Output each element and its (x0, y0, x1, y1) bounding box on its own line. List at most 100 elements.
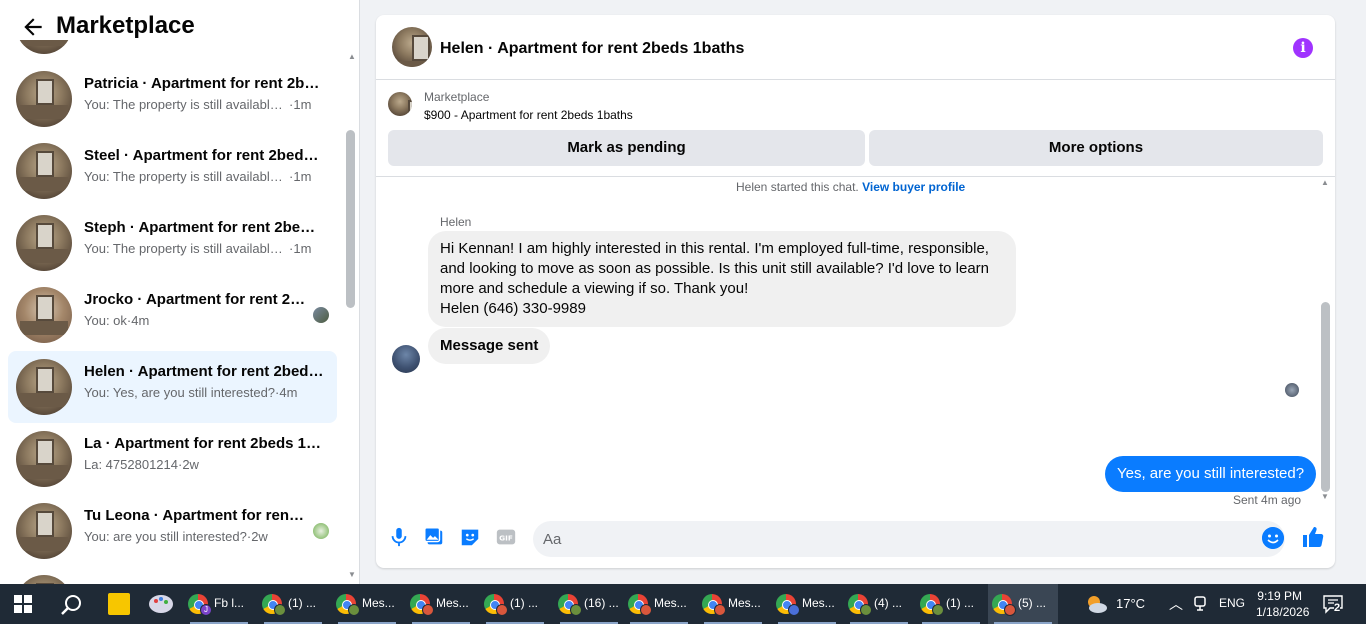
conversation-item[interactable]: La · Apartment for rent 2beds 1baths La:… (8, 423, 337, 495)
window-label: (16) ... (584, 596, 619, 610)
taskbar-chrome-window[interactable]: (1) ... (916, 584, 986, 624)
avatar[interactable] (392, 345, 420, 373)
taskbar-chrome-window[interactable]: (16) ... (554, 584, 624, 624)
preview-text: You: The property is still available. I.… (84, 241, 289, 256)
taskbar-chrome-window[interactable]: (1) ... (480, 584, 550, 624)
listing-small-thumbnail (388, 92, 412, 116)
preview-time: 1m (293, 97, 312, 112)
notification-count: 2 (1334, 602, 1341, 614)
sender-name: Helen (440, 215, 472, 229)
taskbar-chrome-window[interactable]: Mes... (698, 584, 768, 624)
conversation-item[interactable]: Tu Leona · Apartment for rent 2beds 1bat… (8, 495, 337, 567)
message-line: Helen (646) 330-9989 (440, 300, 586, 317)
windows-start-icon[interactable] (14, 595, 32, 613)
incoming-message-bubble[interactable]: Hi Kennan! I am highly interested in thi… (428, 231, 1016, 327)
info-icon[interactable]: i (1293, 38, 1313, 58)
language-indicator[interactable]: ENG (1219, 596, 1245, 610)
windows-taskbar: J Fb l... (1) ... Mes... Mes... (1) ... (… (0, 584, 1366, 624)
window-label: (1) ... (288, 596, 317, 610)
conversation-preview: La: 4752801214·2w (84, 457, 199, 472)
chevron-up-icon[interactable]: ︿ (1169, 594, 1183, 614)
conversation-title: Steel · Apartment for rent 2beds 1baths (84, 147, 324, 164)
conversation-item[interactable]: Steph · Apartment for rent 2beds 1baths … (8, 207, 337, 279)
window-label: (5) ... (1018, 596, 1047, 610)
scrollbar-thumb[interactable] (346, 130, 355, 308)
scrollbar-thumb[interactable] (1321, 302, 1330, 492)
window-label: Fb l... (214, 596, 245, 610)
more-options-button[interactable]: More options (869, 130, 1323, 166)
scroll-down-arrow-icon[interactable]: ▼ (348, 570, 356, 579)
window-label: Mes... (436, 596, 469, 610)
preview-text: You: ok (84, 313, 127, 328)
listing-price-title[interactable]: $900 - Apartment for rent 2beds 1baths (424, 108, 633, 122)
listing-thumbnail[interactable] (392, 27, 432, 67)
message-input[interactable] (543, 521, 1243, 557)
scroll-up-arrow-icon[interactable]: ▲ (1321, 178, 1329, 187)
conversation-title: La · Apartment for rent 2beds 1baths (84, 435, 324, 452)
search-icon[interactable] (60, 593, 84, 617)
profile-badge (714, 604, 726, 616)
preview-time: 1m (293, 169, 312, 184)
taskbar-chrome-window[interactable]: (4) ... (844, 584, 914, 624)
sticker-icon[interactable] (459, 526, 481, 548)
system-clock[interactable]: 9:19 PM 1/18/2026 (1256, 588, 1310, 620)
message-sent-bubble[interactable]: Message sent (428, 328, 551, 364)
outgoing-message-bubble[interactable]: Yes, are you still interested? (1105, 456, 1317, 492)
emoji-icon[interactable] (1262, 527, 1284, 549)
taskbar-chrome-window[interactable]: Mes... (406, 584, 476, 624)
listing-thumbnail (16, 503, 72, 559)
conversation-preview: You: The property is still available. I.… (84, 169, 312, 184)
taskbar-chrome-window[interactable]: J Fb l... (184, 584, 254, 624)
scroll-up-arrow-icon[interactable]: ▲ (348, 52, 356, 61)
temperature[interactable]: 17°C (1116, 596, 1145, 611)
conversation-preview: You: ok·4m (84, 313, 150, 328)
window-label: (1) ... (946, 596, 975, 610)
taskbar-chrome-window[interactable]: Mes... (332, 584, 402, 624)
chat-panel: Helen · Apartment for rent 2beds 1baths … (376, 15, 1335, 568)
profile-badge (496, 604, 508, 616)
chat-title[interactable]: Helen · Apartment for rent 2beds 1baths (440, 40, 744, 58)
gif-icon[interactable]: GIF (495, 526, 517, 548)
view-buyer-profile-link[interactable]: View buyer profile (862, 180, 965, 194)
taskbar-chrome-window[interactable]: (1) ... (258, 584, 328, 624)
conversation-item[interactable]: Jrocko · Apartment for rent 2beds 1baths… (8, 279, 337, 351)
weather-cloud-icon[interactable] (1084, 593, 1108, 615)
back-arrow-icon[interactable] (20, 14, 46, 40)
message-composer (533, 521, 1285, 557)
microphone-icon[interactable] (388, 526, 410, 548)
window-label: Mes... (802, 596, 835, 610)
conversation-preview: You: are you still interested?·2w (84, 529, 268, 544)
partial-avatar-bottom (16, 575, 72, 584)
scroll-down-arrow-icon[interactable]: ▼ (1321, 492, 1329, 501)
sticky-notes-icon[interactable] (108, 593, 130, 615)
thumbs-up-icon[interactable] (1301, 525, 1325, 549)
paint-icon[interactable] (148, 593, 174, 615)
conversation-item[interactable]: Steel · Apartment for rent 2beds 1baths … (8, 135, 337, 207)
listing-thumbnail (16, 215, 72, 271)
profile-badge (932, 604, 944, 616)
svg-text:GIF: GIF (499, 534, 513, 543)
profile-badge (860, 604, 872, 616)
camera-in-use-icon[interactable] (1193, 594, 1207, 612)
notification-center[interactable]: 2 (1322, 594, 1344, 614)
chat-started-notice: Helen started this chat. View buyer prof… (736, 180, 965, 194)
conversation-preview: You: The property is still available. I.… (84, 97, 312, 112)
conversation-item-active[interactable]: Helen · Apartment for rent 2beds 1baths … (8, 351, 337, 423)
taskbar-chrome-window-active[interactable]: (5) ... (988, 584, 1058, 624)
listing-label: Marketplace (424, 90, 490, 104)
preview-time: 4m (279, 385, 298, 400)
listing-thumbnail (16, 71, 72, 127)
taskbar-chrome-window[interactable]: Mes... (624, 584, 694, 624)
conversation-preview: You: Yes, are you still interested?·4m (84, 385, 298, 400)
mark-as-pending-button[interactable]: Mark as pending (388, 130, 865, 166)
conversation-title: Helen · Apartment for rent 2beds 1baths (84, 363, 324, 380)
clock-date: 1/18/2026 (1256, 605, 1310, 619)
conversation-item[interactable]: Patricia · Apartment for rent 2beds 1bat… (8, 63, 337, 135)
taskbar-chrome-window[interactable]: Mes... (772, 584, 842, 624)
chat-header: Helen · Apartment for rent 2beds 1baths … (376, 15, 1335, 80)
conversation-title: Patricia · Apartment for rent 2beds 1bat… (84, 75, 324, 92)
preview-text: La: 4752801214 (84, 457, 178, 472)
photo-icon[interactable] (423, 526, 445, 548)
window-label: Mes... (728, 596, 761, 610)
window-label: Mes... (362, 596, 395, 610)
